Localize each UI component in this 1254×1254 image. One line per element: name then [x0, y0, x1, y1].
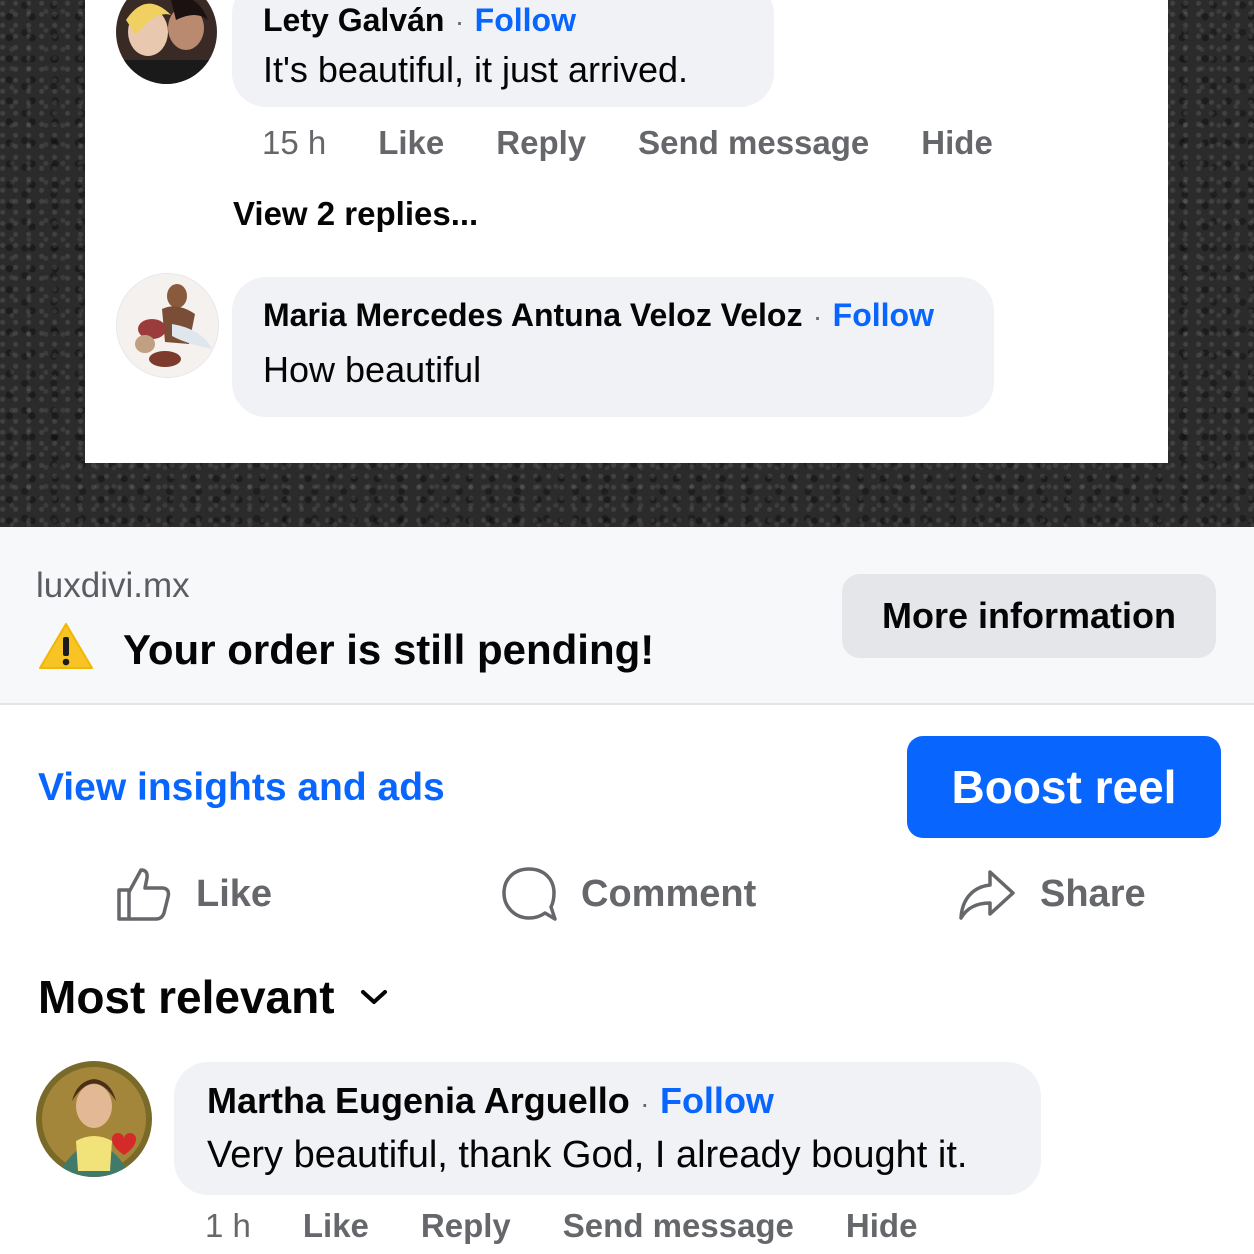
commenter-name[interactable]: Martha Eugenia Arguello [207, 1080, 630, 1121]
thumbs-up-icon [117, 868, 171, 921]
like-link[interactable]: Like [378, 124, 444, 162]
comment-text: Very beautiful, thank God, I already bou… [207, 1134, 968, 1176]
hide-link[interactable]: Hide [846, 1207, 918, 1245]
comment-actions: 1 h Like Reply Send message Hide [205, 1207, 969, 1245]
boost-reel-button[interactable]: Boost reel [907, 736, 1221, 838]
comment-text: It's beautiful, it just arrived. [263, 49, 689, 90]
like-label: Like [196, 872, 273, 915]
avatar[interactable] [36, 1061, 152, 1177]
like-link[interactable]: Like [303, 1207, 369, 1245]
separator-dot: · [454, 6, 465, 37]
separator-dot: · [640, 1088, 650, 1119]
comment-label: Comment [581, 872, 757, 915]
share-label: Share [1040, 872, 1146, 915]
commenter-name[interactable]: Maria Mercedes Antuna Veloz Veloz [263, 297, 802, 333]
avatar[interactable] [116, 0, 217, 84]
more-information-button[interactable]: More information [842, 574, 1216, 658]
comment-button[interactable]: Comment [501, 866, 756, 922]
comment-bubble: Martha Eugenia Arguello · Follow Very be… [174, 1062, 1041, 1195]
separator-dot: · [812, 301, 823, 332]
comment-header: Maria Mercedes Antuna Veloz Veloz · Foll… [263, 297, 934, 334]
comment-actions: 15 h Like Reply Send message Hide [262, 124, 1045, 162]
comment-text: How beautiful [263, 349, 482, 390]
hide-link[interactable]: Hide [921, 124, 993, 162]
view-insights-link[interactable]: View insights and ads [38, 766, 445, 810]
share-button[interactable]: Share [958, 866, 1146, 922]
comment-bubble-icon [502, 867, 557, 921]
comment-bubble: Maria Mercedes Antuna Veloz Veloz · Foll… [232, 277, 994, 417]
comment-header: Lety Galván · Follow [263, 2, 576, 39]
follow-link[interactable]: Follow [833, 297, 934, 333]
comment-header: Martha Eugenia Arguello · Follow [207, 1080, 774, 1122]
avatar-photo-icon [117, 274, 218, 377]
reply-link[interactable]: Reply [421, 1207, 511, 1245]
send-message-link[interactable]: Send message [563, 1207, 794, 1245]
comments-card: Lety Galván · Follow It's beautiful, it … [85, 0, 1168, 463]
ad-domain[interactable]: luxdivi.mx [36, 566, 190, 606]
warning-triangle-icon [39, 623, 93, 669]
comment-timestamp: 15 h [262, 124, 327, 161]
comment-timestamp: 1 h [205, 1207, 251, 1244]
share-arrow-icon [959, 870, 1015, 920]
avatar-photo-icon [36, 1061, 152, 1177]
chevron-down-icon [360, 990, 387, 1004]
view-replies-link[interactable]: View 2 replies... [233, 195, 478, 233]
follow-link[interactable]: Follow [660, 1080, 774, 1121]
follow-link[interactable]: Follow [475, 2, 576, 38]
reply-link[interactable]: Reply [496, 124, 586, 162]
sort-dropdown[interactable]: Most relevant [38, 970, 389, 1024]
send-message-link[interactable]: Send message [638, 124, 869, 162]
like-button[interactable]: Like [116, 866, 272, 922]
commenter-name[interactable]: Lety Galván [263, 2, 444, 38]
embedded-comments-screenshot: Lety Galván · Follow It's beautiful, it … [0, 0, 1254, 527]
ad-message: Your order is still pending! [123, 626, 655, 673]
comment-bubble: Lety Galván · Follow It's beautiful, it … [232, 0, 774, 107]
avatar[interactable] [116, 273, 219, 378]
sort-label: Most relevant [38, 971, 335, 1023]
avatar-photo-icon [116, 0, 217, 84]
